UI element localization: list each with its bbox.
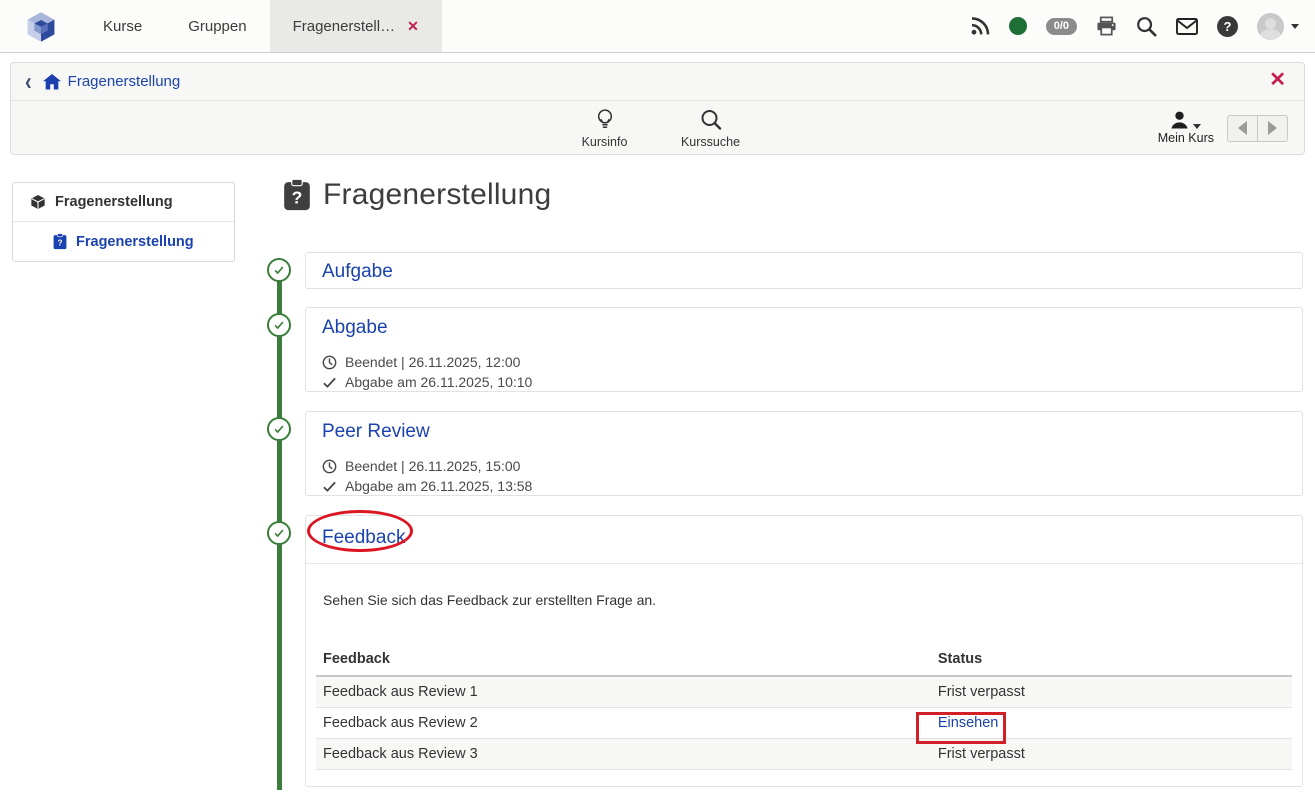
step-card-feedback: Feedback Sehen Sie sich das Feedback zur… xyxy=(305,515,1303,787)
triangle-right-icon xyxy=(1268,121,1277,135)
table-row: Feedback aus Review 2 Einsehen xyxy=(316,708,1292,739)
table-row: Feedback aus Review 1 Frist verpasst xyxy=(316,676,1292,708)
step-title-link[interactable]: Aufgabe xyxy=(306,253,1302,290)
course-menu: Fragenerstellung ? Fragenerstellung xyxy=(12,182,235,262)
back-chevron-icon[interactable]: ‹ xyxy=(25,69,32,94)
step-card-abgabe: Abgabe Beendet | 26.11.2025, 12:00 Abgab… xyxy=(305,307,1303,392)
step-title-link[interactable]: Feedback xyxy=(322,525,1286,550)
submission-text: Abgabe am 26.11.2025, 13:58 xyxy=(345,476,532,496)
close-course-icon[interactable]: ✕ xyxy=(1269,70,1286,90)
person-icon xyxy=(1170,111,1189,129)
chevron-down-icon xyxy=(1193,124,1201,129)
lightbulb-icon xyxy=(596,108,614,132)
submission-text: Abgabe am 26.11.2025, 10:10 xyxy=(345,372,532,392)
kursinfo-button[interactable]: Kursinfo xyxy=(565,101,645,155)
feedback-table: Feedback Status Feedback aus Review 1 Fr… xyxy=(316,643,1292,770)
clock-icon xyxy=(322,459,337,474)
site-tabs: Kurse Gruppen Fragenerstell… ✕ xyxy=(80,0,442,52)
check-icon xyxy=(322,479,337,494)
next-button[interactable] xyxy=(1257,115,1288,142)
breadcrumb-course-link[interactable]: Fragenerstellung xyxy=(43,73,181,90)
deadline-line: Beendet | 26.11.2025, 12:00 xyxy=(322,352,1286,372)
cube-icon xyxy=(30,194,46,210)
check-icon xyxy=(322,375,337,390)
rss-icon[interactable] xyxy=(970,16,990,36)
tab-gruppen[interactable]: Gruppen xyxy=(165,0,269,52)
deadline-line: Beendet | 26.11.2025, 15:00 xyxy=(322,456,1286,476)
deadline-text: Beendet | 26.11.2025, 15:00 xyxy=(345,456,520,476)
step-title-link[interactable]: Peer Review xyxy=(306,412,1302,450)
sidebar-item-label: Fragenerstellung xyxy=(55,194,173,210)
step-title-link[interactable]: Abgabe xyxy=(306,308,1302,346)
sidebar-item-course-root[interactable]: Fragenerstellung xyxy=(13,183,234,221)
presence-status-icon[interactable] xyxy=(1009,17,1027,35)
feedback-instruction-text: Sehen Sie sich das Feedback zur erstellt… xyxy=(323,592,1285,608)
svg-text:?: ? xyxy=(58,239,63,248)
table-row: Feedback aus Review 3 Frist verpasst xyxy=(316,739,1292,770)
course-search-icon xyxy=(700,108,722,132)
breadcrumb: ‹ Fragenerstellung ✕ xyxy=(11,63,1304,101)
navbar-utilities: 0/0 ? xyxy=(970,0,1299,52)
kurssuche-button[interactable]: Kurssuche xyxy=(671,101,751,155)
submission-line: Abgabe am 26.11.2025, 13:58 xyxy=(322,476,1286,496)
feedback-status: Frist verpasst xyxy=(931,739,1292,770)
kursinfo-label: Kursinfo xyxy=(582,135,628,149)
chevron-down-icon xyxy=(1291,24,1299,29)
submission-line: Abgabe am 26.11.2025, 10:10 xyxy=(322,372,1286,392)
step-done-icon xyxy=(267,417,291,441)
tab-close-icon[interactable]: ✕ xyxy=(407,19,419,33)
step-done-icon xyxy=(267,313,291,337)
tab-kurse[interactable]: Kurse xyxy=(80,0,165,52)
triangle-left-icon xyxy=(1238,121,1247,135)
tab-fragenerstellung-label: Fragenerstell… xyxy=(293,18,396,35)
mail-icon[interactable] xyxy=(1176,18,1198,35)
cube-logo-icon xyxy=(25,11,57,43)
svg-text:?: ? xyxy=(292,188,303,208)
sidebar-item-label: Fragenerstellung xyxy=(76,234,194,250)
einsehen-link[interactable]: Einsehen xyxy=(938,715,998,731)
step-done-icon xyxy=(267,258,291,282)
user-menu[interactable] xyxy=(1257,13,1299,40)
clipboard-question-icon: ? xyxy=(53,233,67,250)
tab-gruppen-label: Gruppen xyxy=(188,18,246,35)
page-header: ? Fragenerstellung xyxy=(283,178,551,212)
page-title: Fragenerstellung xyxy=(323,178,551,212)
feedback-name: Feedback aus Review 1 xyxy=(316,676,931,708)
avatar xyxy=(1257,13,1284,40)
clock-icon xyxy=(322,355,337,370)
kurssuche-label: Kurssuche xyxy=(681,135,740,149)
openolat-logo[interactable] xyxy=(24,10,58,44)
column-header-status: Status xyxy=(931,643,1292,676)
step-card-peer-review: Peer Review Beendet | 26.11.2025, 15:00 … xyxy=(305,411,1303,496)
home-icon xyxy=(43,74,61,90)
course-toolbar: Kursinfo Kurssuche Mein Kurs xyxy=(11,101,1304,155)
deadline-text: Beendet | 26.11.2025, 12:00 xyxy=(345,352,520,372)
sidebar-item-fragenerstellung[interactable]: ? Fragenerstellung xyxy=(13,221,234,261)
previous-button[interactable] xyxy=(1227,115,1258,142)
tab-fragenerstellung[interactable]: Fragenerstell… ✕ xyxy=(270,0,442,52)
clipboard-question-icon: ? xyxy=(283,178,311,212)
help-icon[interactable]: ? xyxy=(1217,16,1238,37)
tab-kurse-label: Kurse xyxy=(103,18,142,35)
step-done-icon xyxy=(267,521,291,545)
feedback-name: Feedback aus Review 3 xyxy=(316,739,931,770)
unread-count-badge[interactable]: 0/0 xyxy=(1046,18,1077,35)
course-pager xyxy=(1227,115,1288,142)
column-header-feedback: Feedback xyxy=(316,643,931,676)
course-shell: ‹ Fragenerstellung ✕ Kursinfo Kurssuche xyxy=(10,62,1305,155)
step-card-aufgabe: Aufgabe xyxy=(305,252,1303,289)
mein-kurs-label: Mein Kurs xyxy=(1158,131,1214,145)
top-navbar: Kurse Gruppen Fragenerstell… ✕ 0/0 ? xyxy=(0,0,1315,53)
print-icon[interactable] xyxy=(1096,16,1117,36)
search-icon[interactable] xyxy=(1136,16,1157,37)
feedback-name: Feedback aus Review 2 xyxy=(316,708,931,739)
mein-kurs-menu[interactable]: Mein Kurs xyxy=(1158,111,1214,145)
breadcrumb-label: Fragenerstellung xyxy=(68,73,181,90)
feedback-status: Frist verpasst xyxy=(931,676,1292,708)
